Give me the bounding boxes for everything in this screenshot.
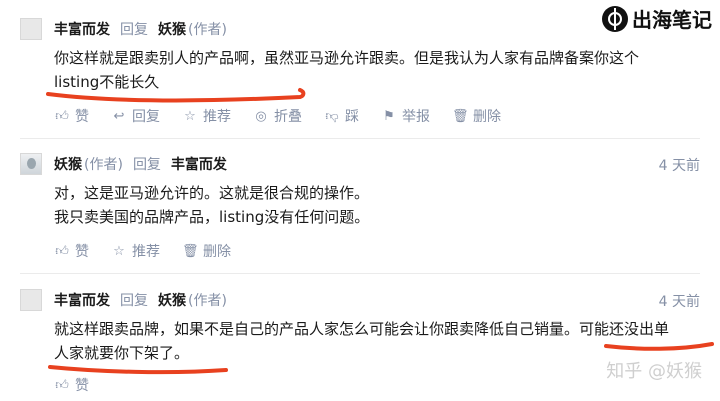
report-button[interactable]: ⚑ 举报 xyxy=(381,106,430,126)
thumbs-down-icon: 👎︎ xyxy=(325,108,339,124)
reply-separator: 回复 xyxy=(132,157,161,173)
comment-actions: 👍︎ 赞 ☆ 推荐 🗑︎ 删除 xyxy=(54,241,253,261)
author-name[interactable]: 丰富而发 xyxy=(54,19,110,39)
reply-separator: 回复 xyxy=(120,22,148,38)
delete-button[interactable]: 🗑︎ 删除 xyxy=(182,241,231,261)
reply-arrow-icon: ↩ xyxy=(113,108,125,124)
star-icon: ☆ xyxy=(184,108,196,124)
comment-text: 就这样跟卖品牌，如果不是自己的产品人家怎么可能会让你跟卖降低自己销量。可能还没出… xyxy=(54,317,669,365)
thumbs-up-icon: 👍︎ xyxy=(55,377,69,393)
trash-icon: 🗑︎ xyxy=(182,243,199,259)
avatar[interactable] xyxy=(20,18,42,40)
reply-button[interactable]: ↩ 回复 xyxy=(111,106,160,126)
comment-line: 你这样就是跟卖别人的产品啊，虽然亚马逊允许跟卖。但是我认为人家有品牌备案你这个 xyxy=(54,49,640,67)
compass-icon xyxy=(602,5,628,32)
avatar[interactable] xyxy=(20,153,42,175)
comment-text: 你这样就是跟卖别人的产品啊，虽然亚马逊允许跟卖。但是我认为人家有品牌备案你这个 … xyxy=(54,46,639,94)
comment-header: 妖猴 (作者) 回复 丰富而发 xyxy=(20,152,227,176)
dislike-button[interactable]: 👎︎ 踩 xyxy=(324,106,359,126)
brand-logo: 出海笔记 xyxy=(602,4,712,33)
recommend-button[interactable]: ☆ 推荐 xyxy=(182,106,231,126)
underline-mark xyxy=(48,365,228,375)
author-tag: (作者) xyxy=(84,157,123,173)
comment-line: 对，这是亚马逊允许的。这就是很合规的操作。 xyxy=(54,184,370,202)
reply-to-name[interactable]: 丰富而发 xyxy=(171,154,227,174)
reply-separator: 回复 xyxy=(120,293,148,309)
thumbs-up-icon: 👍︎ xyxy=(55,243,69,259)
comment-text: 对，这是亚马逊允许的。这就是很合规的操作。 我只卖美国的品牌产品，listing… xyxy=(54,181,369,229)
comment-header: 丰富而发 回复 妖猴 (作者) xyxy=(20,288,227,312)
avatar[interactable] xyxy=(20,289,42,311)
comment-time: 4 天前 xyxy=(658,294,700,310)
comment-line: 就这样跟卖品牌，如果不是自己的产品人家怎么可能会让你跟卖降低自己销量。可能还没出… xyxy=(54,320,670,338)
author-tag: (作者) xyxy=(188,293,227,309)
comment-line: 人家就要你下架了。 xyxy=(54,344,190,362)
like-button[interactable]: 👍︎ 赞 xyxy=(54,375,89,395)
recommend-button[interactable]: ☆ 推荐 xyxy=(111,241,160,261)
comment-header: 丰富而发 回复 妖猴 (作者) xyxy=(20,17,227,41)
thumbs-up-icon: 👍︎ xyxy=(55,108,69,124)
author-name[interactable]: 丰富而发 xyxy=(54,290,110,310)
reply-to-name[interactable]: 妖猴 xyxy=(158,19,186,39)
like-button[interactable]: 👍︎ 赞 xyxy=(54,106,89,126)
collapse-button[interactable]: ◎ 折叠 xyxy=(253,106,302,126)
comment-actions: 👍︎ 赞 xyxy=(54,375,111,395)
comment-line: listing不能长久 xyxy=(54,73,160,91)
comment-actions: 👍︎ 赞 ↩ 回复 ☆ 推荐 ◎ 折叠 👎︎ 踩 ⚑ 举报 🗑︎ 删除 xyxy=(54,106,523,126)
comment-line: 我只卖美国的品牌产品，listing没有任何问题。 xyxy=(54,208,370,226)
trash-icon: 🗑︎ xyxy=(452,108,469,124)
brand-logo-text: 出海笔记 xyxy=(632,8,712,32)
flag-icon: ⚑ xyxy=(383,108,395,124)
reply-to-name[interactable]: 妖猴 xyxy=(158,290,186,310)
star-icon: ☆ xyxy=(113,243,125,259)
eye-off-icon: ◎ xyxy=(255,108,267,124)
author-tag: (作者) xyxy=(188,22,227,38)
delete-button[interactable]: 🗑︎ 删除 xyxy=(452,106,501,126)
author-name[interactable]: 妖猴 xyxy=(54,154,82,174)
like-button[interactable]: 👍︎ 赞 xyxy=(54,241,89,261)
comment-time: 4 天前 xyxy=(658,158,700,174)
divider xyxy=(20,273,700,274)
divider xyxy=(20,138,700,139)
watermark: 知乎 @妖猴 xyxy=(606,361,702,382)
